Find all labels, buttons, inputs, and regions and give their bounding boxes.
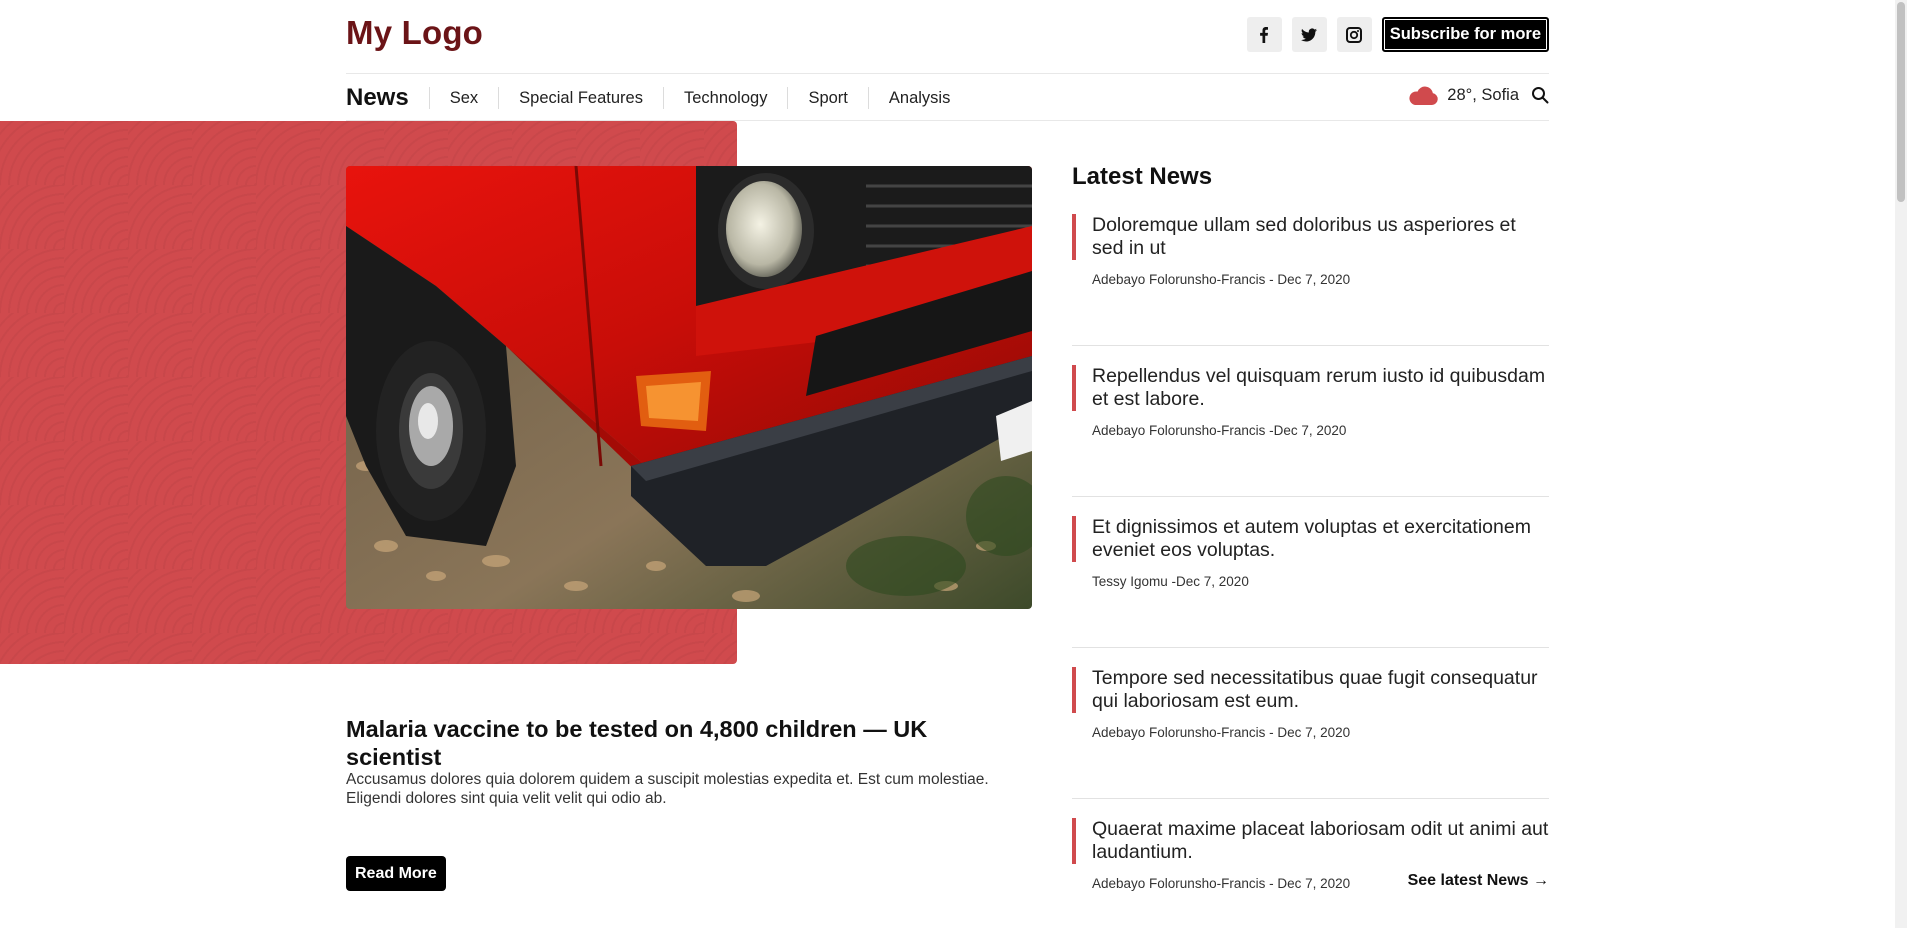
cloud-icon [1409,86,1439,105]
red-van-image [346,166,1032,609]
news-item: Et dignissimos et autem voluptas et exer… [1072,514,1549,648]
hero-headline[interactable]: Malaria vaccine to be tested on 4,800 ch… [346,715,1006,771]
hero-image[interactable] [346,166,1032,609]
latest-news-panel: Latest News Doloremque ullam sed dolorib… [1072,163,1549,928]
accent-bar [1072,818,1076,864]
hero-excerpt: Accusamus dolores quia dolorem quidem a … [346,771,989,807]
news-item-meta: Tessy Igomu -Dec 7, 2020 [1092,574,1249,589]
accent-bar [1072,516,1076,562]
news-item-title[interactable]: Tempore sed necessitatibus quae fugit co… [1092,667,1549,713]
news-item-title[interactable]: Quaerat maxime placeat laboriosam odit u… [1092,818,1549,864]
nav-item-technology[interactable]: Technology [662,87,787,109]
news-item: Repellendus vel quisquam rerum iusto id … [1072,363,1549,497]
twitter-button[interactable] [1291,17,1327,52]
news-item-meta: Adebayo Folorunsho-Francis - Dec 7, 2020 [1092,272,1351,287]
accent-bar [1072,365,1076,411]
header-actions: Subscribe for more [1246,17,1549,52]
nav-item-sport[interactable]: Sport [787,87,867,109]
nav-item-special-features[interactable]: Special Features [498,87,663,109]
nav-section-title: News [346,84,409,111]
site-logo[interactable]: My Logo [346,14,483,52]
news-item-meta: Adebayo Folorunsho-Francis - Dec 7, 2020 [1092,725,1351,740]
instagram-icon [1346,26,1363,43]
page: My Logo Subscribe for more News Sex Spec… [0,0,1907,928]
nav-item-analysis[interactable]: Analysis [867,87,970,109]
facebook-button[interactable] [1246,17,1282,52]
facebook-icon [1260,26,1269,43]
scrollbar-thumb[interactable] [1897,2,1905,202]
news-item-title[interactable]: Repellendus vel quisquam rerum iusto id … [1092,365,1549,411]
news-item-meta: Adebayo Folorunsho-Francis -Dec 7, 2020 [1092,423,1347,438]
see-latest-news-link[interactable]: See latest News → [1408,872,1549,890]
weather-widget: 28°, Sofia [1407,84,1549,106]
accent-bar [1072,667,1076,713]
nav-item-sex[interactable]: Sex [428,87,498,109]
page-scrollbar[interactable] [1895,0,1907,928]
latest-news-title: Latest News [1072,163,1213,190]
search-icon[interactable] [1531,86,1549,104]
news-item-title[interactable]: Et dignissimos et autem voluptas et exer… [1092,516,1549,562]
news-item: Tempore sed necessitatibus quae fugit co… [1072,665,1549,799]
read-more-button[interactable]: Read More [346,856,446,891]
instagram-button[interactable] [1336,17,1372,52]
subscribe-button[interactable]: Subscribe for more [1381,17,1549,52]
header-divider [346,73,1549,74]
twitter-icon [1301,27,1318,41]
news-item: Doloremque ullam sed doloribus us asperi… [1072,212,1549,346]
accent-bar [1072,214,1076,260]
main-nav: News Sex Special Features Technology Spo… [346,82,970,114]
weather-text: 28°, Sofia [1447,85,1519,104]
news-item-title[interactable]: Doloremque ullam sed doloribus us asperi… [1092,214,1549,260]
